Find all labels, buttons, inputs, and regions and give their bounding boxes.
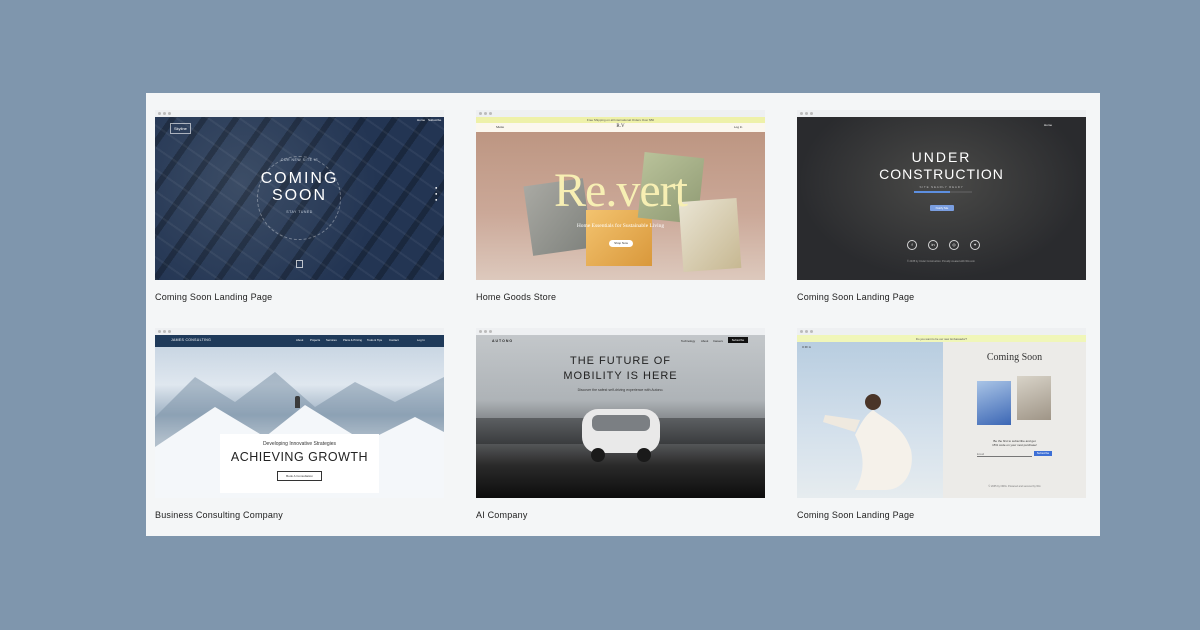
template-card-title[interactable]: Business Consulting Company <box>155 510 444 520</box>
template-card-home-goods[interactable]: Free Shipping on all International Order… <box>476 110 765 302</box>
preview-title-line1: COMING <box>260 170 339 187</box>
preview-title-line2: SOON <box>271 187 328 204</box>
preview-nav-projects: Projects <box>310 338 321 342</box>
preview-login: Log In <box>417 338 425 342</box>
preview-tagline: Home Essentials for Sustainable Living <box>576 223 665 229</box>
preview-nav-pricing: Plans & Pricing <box>343 338 362 342</box>
preview-title-line2: CONSTRUCTION <box>879 166 1004 182</box>
preview-title-line1: UNDER <box>911 149 972 165</box>
scroll-down-icon <box>296 260 303 268</box>
preview-announcement: Do you want to be our new Ambassador? <box>915 337 968 341</box>
soap-bar-orange <box>586 210 652 266</box>
preview-shop-button: Shop Now <box>609 240 633 247</box>
blurred-background <box>797 117 1086 280</box>
preview-logo: Skyline <box>170 123 191 134</box>
template-card-title[interactable]: Coming Soon Landing Page <box>155 292 444 302</box>
browser-chrome <box>797 328 1086 335</box>
browser-chrome <box>155 328 444 335</box>
preview-title-line1: THE FUTURE OF <box>570 355 671 367</box>
preview-subtitle: STAY TUNED <box>286 210 313 214</box>
preview-subscribe-button: Subscribe <box>728 337 748 343</box>
preview-subscribe-line2: 15% code on your next purchase! <box>992 443 1037 447</box>
template-thumbnail[interactable]: Skyline Home Subscribe OUR NEW SITE IS C… <box>155 110 444 280</box>
preview-title-line2: MOBILITY IS HERE <box>563 370 678 382</box>
preview-email-field: Email <box>977 452 1032 457</box>
autonomous-car-image <box>582 409 660 462</box>
product-image-cream <box>1017 376 1051 420</box>
template-card-title[interactable]: Home Goods Store <box>476 292 765 302</box>
preview-progress-track <box>914 191 972 193</box>
template-card-coming-soon-2[interactable]: Home UNDER CONSTRUCTION SITE NEARLY READ… <box>797 110 1086 302</box>
preview-nav-home: Home <box>417 118 426 122</box>
template-card-business-consulting[interactable]: JAMES CONSULTING About Projects Services… <box>155 328 444 520</box>
product-image-blue <box>977 381 1011 425</box>
preview-subscribe-button: Subscribe <box>1034 451 1052 456</box>
preview-nav-home: Home <box>1044 123 1053 127</box>
preview-nav-subscribe: Subscribe <box>428 118 442 122</box>
template-gallery-panel: Skyline Home Subscribe OUR NEW SITE IS C… <box>146 93 1100 536</box>
browser-chrome <box>797 110 1086 117</box>
preview-nav-careers: Careers <box>713 339 723 343</box>
template-thumbnail[interactable]: JAMES CONSULTING About Projects Services… <box>155 328 444 498</box>
linkedin-icon: in <box>928 240 938 250</box>
hiker-figure <box>295 396 300 408</box>
facebook-icon: f <box>907 240 917 250</box>
preview-nav-about: About <box>701 339 709 343</box>
preview-right-pane <box>943 342 1086 498</box>
preview-nav-tools: Tools & Tips <box>367 338 383 342</box>
preview-footer: © 2035 by ORIA. Powered and secured by W… <box>988 485 1041 488</box>
preview-social-icons: ● ● ● <box>435 185 438 202</box>
model-figure <box>823 394 912 490</box>
preview-logo: AUTONO <box>492 339 514 343</box>
preview-consultation-button: Book A Consultation <box>277 471 322 481</box>
preview-nav-technology: Technology <box>681 339 696 343</box>
preview-title: Coming Soon <box>986 352 1043 363</box>
browser-chrome <box>155 110 444 117</box>
preview-login: Log In <box>734 125 743 129</box>
preview-logo: ORIA <box>802 345 812 349</box>
browser-chrome <box>476 110 765 117</box>
template-thumbnail[interactable]: AUTONO Technology About Careers Subscrib… <box>476 328 765 498</box>
template-card-coming-soon-3[interactable]: Do you want to be our new Ambassador? OR… <box>797 328 1086 520</box>
browser-chrome <box>476 328 765 335</box>
preview-nav-services: Services <box>326 338 337 342</box>
instagram-icon: ◎ <box>949 240 959 250</box>
preview-nav-contact: Contact <box>389 338 399 342</box>
template-thumbnail[interactable]: Do you want to be our new Ambassador? OR… <box>797 328 1086 498</box>
template-card-title[interactable]: Coming Soon Landing Page <box>797 292 1086 302</box>
template-card-title[interactable]: Coming Soon Landing Page <box>797 510 1086 520</box>
twitter-icon: ✦ <box>970 240 980 250</box>
preview-title: ACHIEVING GROWTH <box>230 450 369 464</box>
template-card-title[interactable]: AI Company <box>476 510 765 520</box>
preview-logo: R.V <box>616 124 625 129</box>
preview-nav-about: About <box>296 338 304 342</box>
preview-title: Re.vert <box>554 164 688 217</box>
preview-kicker: Developing Innovative Strategies <box>262 441 337 447</box>
preview-footer: © 2035 by Under Construction. Proudly cr… <box>907 260 975 263</box>
preview-progress-fill <box>914 191 950 193</box>
template-thumbnail[interactable]: Home UNDER CONSTRUCTION SITE NEARLY READ… <box>797 110 1086 280</box>
template-thumbnail[interactable]: Free Shipping on all International Order… <box>476 110 765 280</box>
template-card-coming-soon-1[interactable]: Skyline Home Subscribe OUR NEW SITE IS C… <box>155 110 444 302</box>
preview-announcement: Free Shipping on all International Order… <box>586 118 655 122</box>
preview-logo: JAMES CONSULTING <box>171 338 212 342</box>
preview-subtitle: SITE NEARLY READY <box>919 185 964 189</box>
preview-subtitle: Discover the safest self-driving experie… <box>577 388 664 392</box>
template-card-ai-company[interactable]: AUTONO Technology About Careers Subscrib… <box>476 328 765 520</box>
preview-kicker: OUR NEW SITE IS <box>280 158 319 162</box>
preview-notify-button: Notify Me <box>930 205 954 211</box>
